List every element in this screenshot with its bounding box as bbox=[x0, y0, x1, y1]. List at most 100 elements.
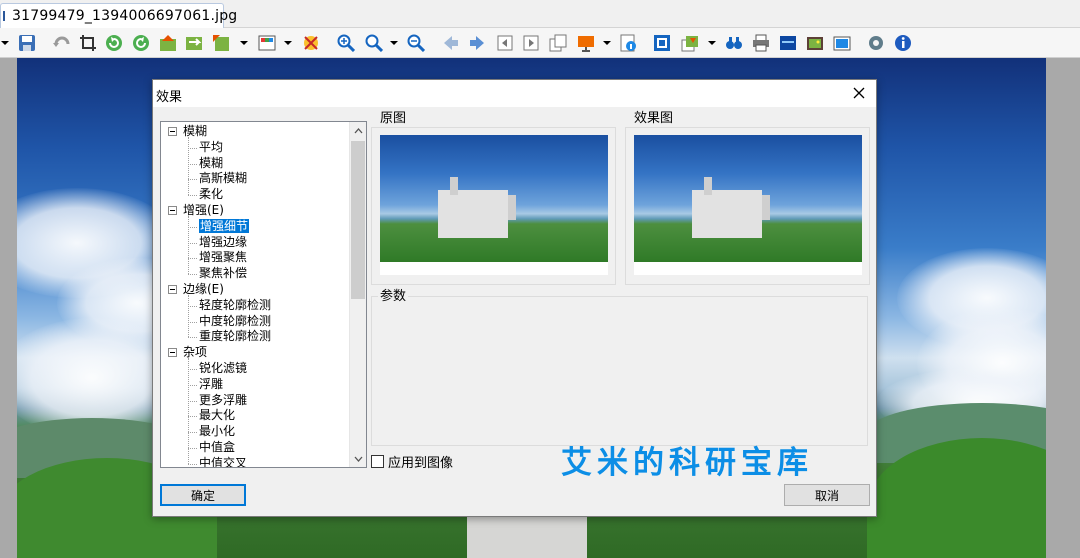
print-icon[interactable] bbox=[750, 32, 772, 54]
collapse-icon[interactable] bbox=[168, 285, 177, 294]
first-page-icon[interactable] bbox=[494, 32, 516, 54]
image-file-icon bbox=[3, 11, 5, 21]
transform-dropdown-icon[interactable] bbox=[239, 32, 249, 54]
tree-item[interactable]: 锐化滤镜 bbox=[199, 361, 247, 376]
settings-icon[interactable] bbox=[865, 32, 887, 54]
tree-item-label: 柔化 bbox=[199, 187, 224, 202]
info-file-icon[interactable] bbox=[617, 32, 639, 54]
apply-to-image-checkbox[interactable] bbox=[371, 455, 384, 468]
params-label: 参数 bbox=[378, 289, 409, 304]
apply-to-image-label: 应用到图像 bbox=[388, 456, 454, 471]
zoom-out-icon[interactable] bbox=[405, 32, 427, 54]
page-icon[interactable] bbox=[520, 32, 542, 54]
tree-item[interactable]: 最大化 bbox=[199, 408, 235, 423]
tree-item-label: 重度轮廓检测 bbox=[199, 329, 272, 344]
tree-category[interactable]: 增强(E) bbox=[183, 203, 224, 218]
scroll-down-icon[interactable] bbox=[350, 450, 366, 467]
move-up-icon[interactable] bbox=[157, 32, 179, 54]
batch-dropdown-icon[interactable] bbox=[707, 32, 717, 54]
effect-preview bbox=[634, 135, 862, 275]
collapse-icon[interactable] bbox=[168, 206, 177, 215]
original-preview bbox=[380, 135, 608, 275]
tree-item-label: 轻度轮廓检测 bbox=[199, 297, 272, 312]
cancel-button[interactable]: 取消 bbox=[784, 484, 870, 506]
tree-item-label: 中值交叉 bbox=[199, 455, 248, 468]
fit-window-icon[interactable] bbox=[651, 32, 673, 54]
tree-item[interactable]: 高斯模糊 bbox=[199, 171, 247, 186]
tree-item[interactable]: 浮雕 bbox=[199, 377, 223, 392]
tree-item[interactable]: 中值盒 bbox=[199, 440, 235, 455]
zoom-in-icon[interactable] bbox=[335, 32, 357, 54]
tree-item[interactable]: 柔化 bbox=[199, 187, 223, 202]
tree-item-label: 增强边缘 bbox=[199, 234, 248, 249]
prev-icon[interactable] bbox=[440, 32, 462, 54]
crop-icon[interactable] bbox=[77, 32, 99, 54]
scroll-thumb[interactable] bbox=[351, 141, 365, 299]
tree-item[interactable]: 增强细节 bbox=[199, 218, 250, 234]
tree-category[interactable]: 模糊 bbox=[183, 124, 207, 139]
zoom-icon[interactable] bbox=[363, 32, 385, 54]
rotate-left-icon[interactable] bbox=[103, 32, 125, 54]
tree-item[interactable]: 重度轮廓检测 bbox=[199, 329, 271, 344]
watermark-text: 艾米的科研宝库 bbox=[561, 445, 813, 481]
thumbnails-icon[interactable] bbox=[804, 32, 826, 54]
colors-dropdown-icon[interactable] bbox=[283, 32, 293, 54]
tree-item-label: 浮雕 bbox=[199, 376, 224, 391]
tree-item-label: 最大化 bbox=[199, 408, 236, 423]
effect-group bbox=[625, 127, 870, 285]
find-icon[interactable] bbox=[723, 32, 745, 54]
image-tab[interactable]: 31799479_1394006697061.jpg bbox=[0, 3, 237, 28]
batch-icon[interactable] bbox=[679, 32, 701, 54]
tree-category[interactable]: 杂项 bbox=[183, 345, 207, 360]
tree-category[interactable]: 边缘(E) bbox=[183, 282, 224, 297]
original-group bbox=[371, 127, 616, 285]
effect-image bbox=[634, 135, 862, 262]
effect-label: 效果图 bbox=[632, 111, 676, 126]
tree-scrollbar[interactable] bbox=[349, 122, 366, 467]
scroll-up-icon[interactable] bbox=[350, 122, 366, 139]
tree-item[interactable]: 最小化 bbox=[199, 424, 235, 439]
move-image-icon[interactable] bbox=[183, 32, 205, 54]
zoom-dropdown-icon[interactable] bbox=[389, 32, 399, 54]
tree-item[interactable]: 中度轮廓检测 bbox=[199, 314, 271, 329]
tree-item[interactable]: 增强边缘 bbox=[199, 235, 247, 250]
collapse-icon[interactable] bbox=[168, 348, 177, 358]
params-group bbox=[371, 296, 868, 446]
tree-item[interactable]: 中值交叉 bbox=[199, 455, 248, 468]
tree-item-label: 锐化滤镜 bbox=[199, 361, 248, 375]
tab-bar: 31799479_1394006697061.jpg bbox=[0, 0, 1080, 28]
tree-item-label: 模糊 bbox=[199, 155, 224, 170]
save-icon[interactable] bbox=[16, 32, 38, 54]
tree-item-label: 杂项 bbox=[183, 345, 208, 360]
scanner-icon[interactable] bbox=[777, 32, 799, 54]
tree-item[interactable]: 更多浮雕 bbox=[199, 393, 247, 408]
tree-item[interactable]: 增强聚焦 bbox=[199, 250, 247, 265]
tree-item[interactable]: 聚焦补偿 bbox=[199, 266, 247, 281]
open-dropdown-icon[interactable] bbox=[0, 32, 10, 54]
tree-item[interactable]: 平均 bbox=[199, 140, 223, 155]
rotate-right-icon[interactable] bbox=[130, 32, 152, 54]
tree-item-label: 聚焦补偿 bbox=[199, 266, 248, 281]
close-icon[interactable] bbox=[850, 84, 868, 102]
effects-icon[interactable] bbox=[300, 32, 322, 54]
transform-icon[interactable] bbox=[210, 32, 232, 54]
adjust-colors-icon[interactable] bbox=[256, 32, 278, 54]
toolbar bbox=[0, 28, 1080, 58]
collapse-icon[interactable] bbox=[168, 127, 177, 136]
dialog-title: 效果 bbox=[156, 90, 183, 105]
screenshot-icon[interactable] bbox=[831, 32, 853, 54]
slideshow-icon[interactable] bbox=[575, 32, 597, 54]
effects-tree[interactable]: 模糊 平均 模糊 高斯模糊 柔化 增强(E) 增强细节 增强边缘 增强聚焦 聚焦补偿 边缘(E) 轻度… bbox=[160, 121, 367, 468]
copy-page-icon[interactable] bbox=[547, 32, 569, 54]
tree-item-label: 最小化 bbox=[199, 424, 236, 439]
tree-item[interactable]: 轻度轮廓检测 bbox=[199, 298, 271, 313]
next-icon[interactable] bbox=[466, 32, 488, 54]
undo-icon[interactable] bbox=[50, 32, 72, 54]
apply-to-image-row[interactable]: 应用到图像 bbox=[371, 452, 453, 471]
tree-item[interactable]: 模糊 bbox=[199, 156, 223, 171]
tree-item-label: 平均 bbox=[199, 139, 224, 154]
tree-item-label: 模糊 bbox=[183, 124, 208, 138]
slideshow-dropdown-icon[interactable] bbox=[602, 32, 612, 54]
ok-button[interactable]: 确定 bbox=[160, 484, 246, 506]
about-icon[interactable] bbox=[892, 32, 914, 54]
